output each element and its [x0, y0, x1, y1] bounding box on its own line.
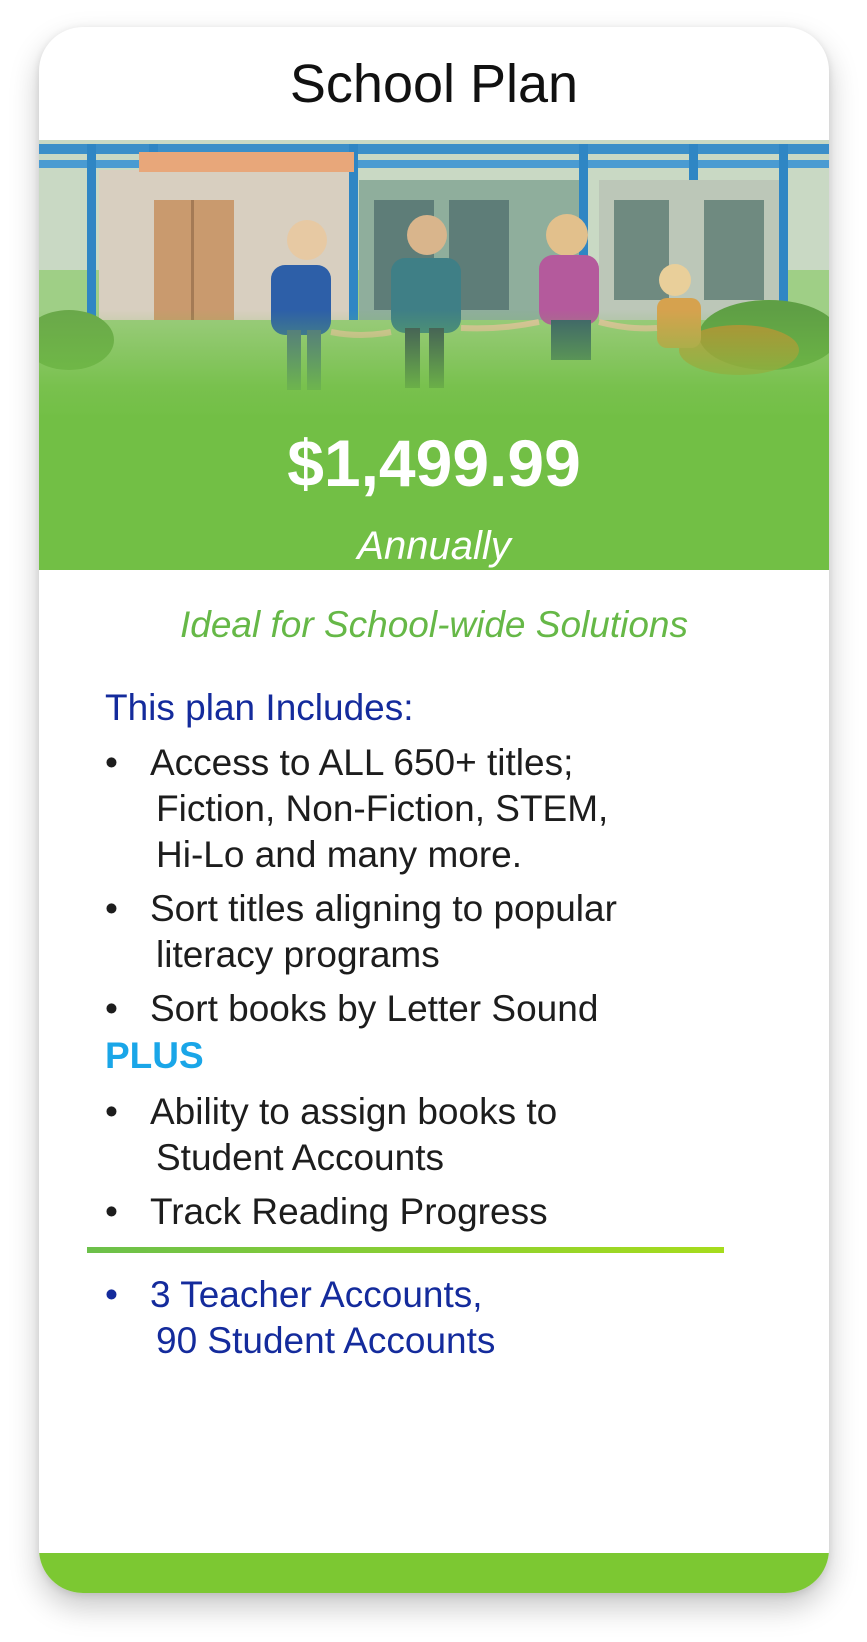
feature-text: Fiction, Non-Fiction, STEM,: [156, 788, 609, 829]
plus-feature-list: • Ability to assign books to Student Acc…: [105, 1089, 785, 1235]
plan-tagline: Ideal for School-wide Solutions: [179, 604, 688, 645]
list-item: • 3 Teacher Accounts, 90 Student Account…: [105, 1272, 785, 1364]
hero-banner: $1,499.99 Annually: [39, 140, 829, 570]
accounts-list: • 3 Teacher Accounts, 90 Student Account…: [105, 1272, 785, 1364]
section-divider: [87, 1247, 724, 1253]
includes-heading: This plan Includes:: [105, 687, 414, 728]
feature-list: • Access to ALL 650+ titles; Fiction, No…: [105, 740, 785, 1032]
bullet-icon: •: [105, 888, 118, 929]
feature-text: Student Accounts: [156, 1137, 444, 1178]
accounts-text: 90 Student Accounts: [156, 1320, 496, 1361]
feature-text: Track Reading Progress: [150, 1191, 548, 1232]
list-item: • Sort titles aligning to popular litera…: [105, 886, 785, 978]
bullet-icon: •: [105, 742, 118, 783]
photo-fade-overlay: [39, 310, 829, 420]
card-footer-bar: [39, 1553, 829, 1593]
list-item: • Ability to assign books to Student Acc…: [105, 1089, 785, 1181]
feature-text: literacy programs: [156, 934, 440, 975]
billing-period: Annually: [357, 524, 511, 568]
feature-text: Ability to assign books to: [150, 1091, 558, 1132]
feature-text: Sort books by Letter Sound: [150, 988, 599, 1029]
plan-price: $1,499.99: [287, 426, 581, 500]
feature-text: Sort titles aligning to popular: [150, 888, 617, 929]
list-item: • Sort books by Letter Sound: [105, 986, 785, 1032]
accounts-text: 3 Teacher Accounts,: [150, 1274, 483, 1315]
plus-label: PLUS: [105, 1035, 204, 1076]
bullet-icon: •: [105, 1274, 118, 1315]
bullet-icon: •: [105, 1091, 118, 1132]
feature-text: Hi-Lo and many more.: [156, 834, 523, 875]
plan-title: School Plan: [289, 53, 579, 114]
pricing-card: School Plan $1,499.99 Annually Ideal for…: [39, 27, 829, 1593]
feature-text: Access to ALL 650+ titles;: [150, 742, 574, 783]
list-item: • Access to ALL 650+ titles; Fiction, No…: [105, 740, 785, 878]
list-item: • Track Reading Progress: [105, 1189, 785, 1235]
bullet-icon: •: [105, 1191, 118, 1232]
bullet-icon: •: [105, 988, 118, 1029]
